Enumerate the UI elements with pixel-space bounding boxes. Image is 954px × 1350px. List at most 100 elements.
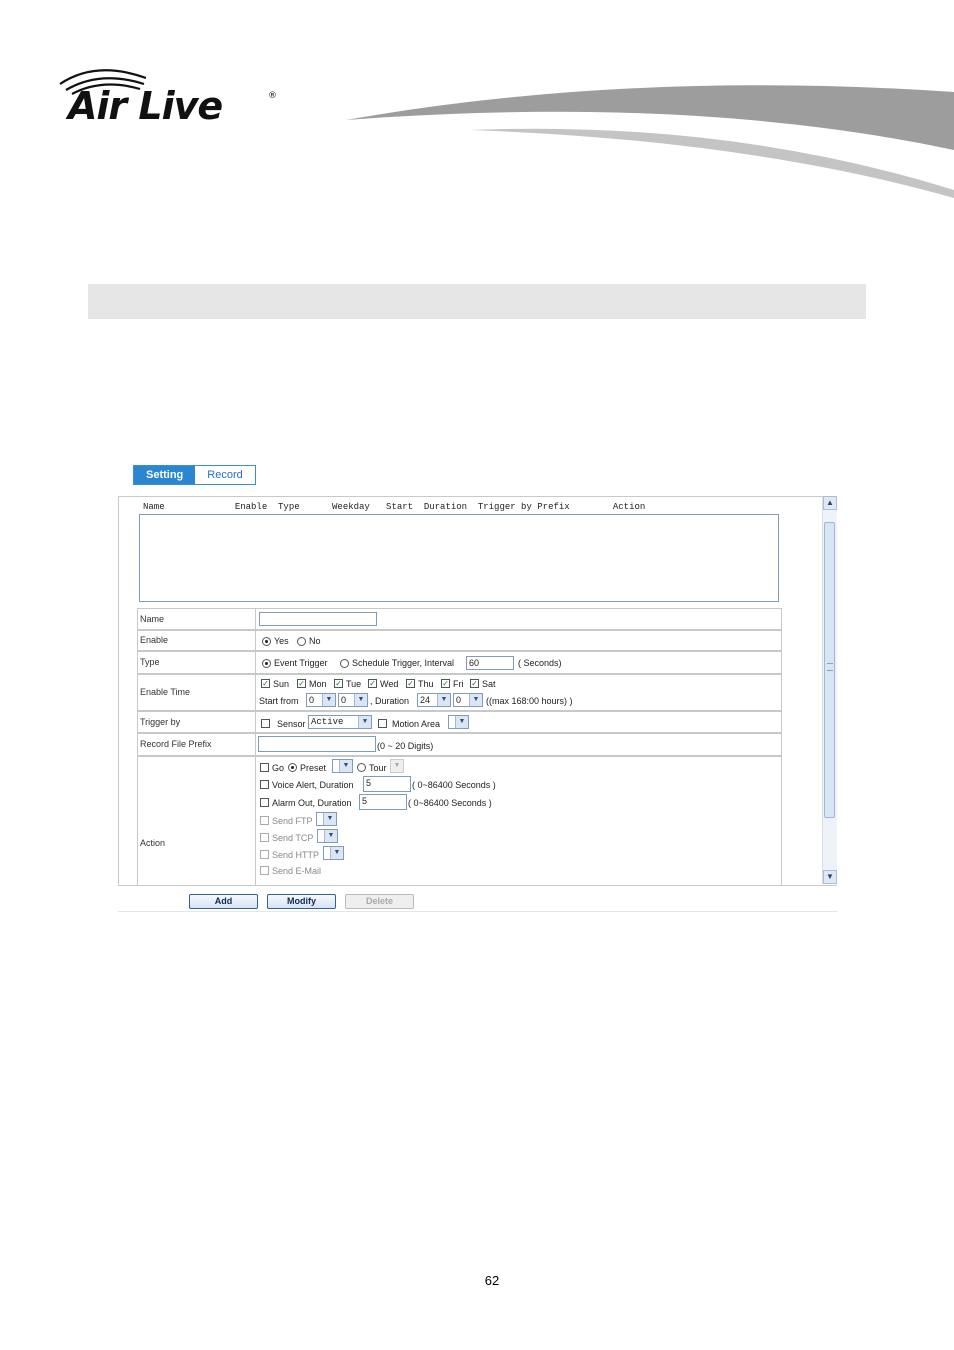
tour-radio[interactable] [357,763,366,772]
event-list[interactable] [139,514,779,602]
send-email-checkbox[interactable] [260,866,269,875]
chevron-down-icon: ▼ [354,694,367,706]
enable-no-label: No [309,636,321,646]
preset-label: Preset [300,763,327,773]
action-label: Action [140,838,166,848]
tab-setting[interactable]: Setting [134,466,196,484]
chevron-down-icon: ▼ [339,760,352,772]
name-label: Name [140,614,165,624]
sensor-checkbox[interactable] [261,719,270,728]
duration-label: , Duration [370,696,410,706]
voice-alert-checkbox[interactable] [260,780,269,789]
chevron-down-icon: ▼ [322,694,335,706]
day-wed-checkbox[interactable]: ✓ [368,679,377,688]
voice-duration-input[interactable]: 5 [363,776,411,792]
alarm-out-checkbox[interactable] [260,798,269,807]
header-swoosh [346,85,954,198]
enable-yes-label: Yes [274,636,289,646]
alarm-duration-input[interactable]: 5 [359,794,407,810]
start-from-label: Start from [259,696,299,706]
chevron-down-icon: ▼ [323,813,336,825]
sensor-label: Sensor [277,719,306,729]
scroll-up-icon[interactable]: ▲ [823,496,837,510]
max-hours-note: ((max 168:00 hours) ) [486,696,573,706]
delete-button[interactable]: Delete [345,894,414,909]
tab-bar: Setting Record [133,465,256,485]
day-thu-checkbox[interactable]: ✓ [406,679,415,688]
send-http-label: Send HTTP [272,850,320,860]
row-type: Type Event Trigger Schedule Trigger, Int… [137,651,782,674]
send-ftp-checkbox[interactable] [260,816,269,825]
motion-area-checkbox[interactable] [378,719,387,728]
tour-label: Tour [369,763,387,773]
day-fri-checkbox[interactable]: ✓ [441,679,450,688]
preset-select[interactable]: ▼ [332,759,353,773]
chevron-down-icon: ▼ [358,716,371,728]
day-mon-checkbox[interactable]: ✓ [297,679,306,688]
tab-record[interactable]: Record [195,466,255,484]
sensor-select[interactable]: Active ▼ [308,715,372,729]
page-number: 62 [484,1273,500,1288]
motion-area-select[interactable]: ▼ [448,715,469,729]
row-action: Action Go Preset ▼ Tour ▼ Voice Alert, D… [137,756,782,885]
send-http-checkbox[interactable] [260,850,269,859]
start-hour-select[interactable]: 0 ▼ [306,693,336,707]
svg-text:Air Live: Air Live [65,84,222,128]
chevron-down-icon: ▼ [324,830,337,842]
scrollbar-thumb[interactable] [824,522,835,818]
event-trigger-radio[interactable] [262,659,271,668]
chevron-down-icon: ▼ [330,847,343,859]
row-enable: Enable Yes No [137,630,782,651]
schedule-trigger-radio[interactable] [340,659,349,668]
day-tue-checkbox[interactable]: ✓ [334,679,343,688]
duration-minute-select[interactable]: 0 ▼ [453,693,483,707]
interval-unit: ( Seconds) [518,658,562,668]
svg-text:®: ® [268,91,277,101]
chevron-down-icon: ▼ [390,760,403,772]
grip-icon [827,663,833,671]
record-prefix-label: Record File Prefix [140,739,212,749]
event-trigger-label: Event Trigger [274,658,328,668]
interval-input[interactable]: 60 [466,656,514,670]
duration-hour-select[interactable]: 24 ▼ [417,693,451,707]
enable-yes-radio[interactable] [262,637,271,646]
chevron-down-icon: ▼ [469,694,482,706]
schedule-trigger-label: Schedule Trigger, Interval [352,658,455,668]
day-fri-label: Fri [453,679,464,689]
alarm-out-label: Alarm Out, Duration [272,798,352,808]
divider [118,911,838,912]
go-checkbox[interactable] [260,763,269,772]
record-prefix-input[interactable] [258,736,376,752]
scroll-down-icon[interactable]: ▼ [823,870,837,884]
day-sun-checkbox[interactable]: ✓ [261,679,270,688]
vertical-scrollbar[interactable]: ▲ ▼ [822,496,837,884]
name-input[interactable] [259,612,377,626]
prefix-digits-note: (0 ~ 20 Digits) [377,741,434,751]
day-thu-label: Thu [418,679,434,689]
row-record-prefix: Record File Prefix (0 ~ 20 Digits) [137,733,782,756]
day-sun-label: Sun [273,679,290,689]
start-minute-select[interactable]: 0 ▼ [338,693,368,707]
type-label: Type [140,657,160,667]
chevron-down-icon: ▼ [437,694,450,706]
row-enable-time: Enable Time ✓ Sun ✓ Mon ✓ Tue ✓ Wed ✓ Th… [137,674,782,711]
add-button[interactable]: Add [189,894,258,909]
tour-select[interactable]: ▼ [390,759,404,773]
send-ftp-select[interactable]: ▼ [316,812,337,826]
row-name: Name [137,608,782,630]
enable-no-radio[interactable] [297,637,306,646]
voice-duration-note: ( 0~86400 Seconds ) [412,780,496,790]
send-tcp-checkbox[interactable] [260,833,269,842]
send-http-select[interactable]: ▼ [323,846,344,860]
send-tcp-select[interactable]: ▼ [317,829,338,843]
motion-area-label: Motion Area [392,719,441,729]
event-list-header: Name Enable Type Weekday Start Duration … [143,502,646,512]
modify-button[interactable]: Modify [267,894,336,909]
go-label: Go [272,763,285,773]
trigger-by-label: Trigger by [140,717,181,727]
enable-label: Enable [140,635,169,645]
day-sat-checkbox[interactable]: ✓ [470,679,479,688]
airlive-logo: Air Live ® [59,69,277,128]
preset-radio[interactable] [288,763,297,772]
day-tue-label: Tue [346,679,362,689]
